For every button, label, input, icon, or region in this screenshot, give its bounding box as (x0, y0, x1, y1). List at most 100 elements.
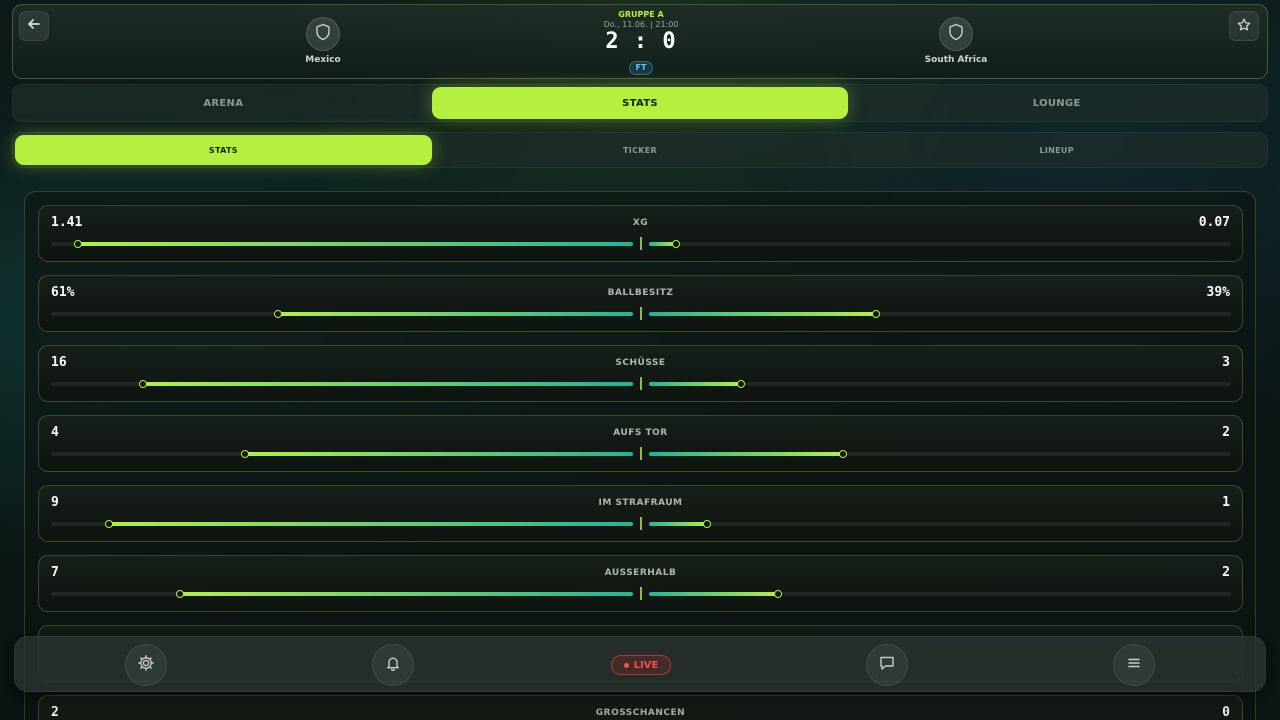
home-stat-bar (51, 380, 633, 388)
stat-divider (640, 517, 642, 530)
away-stat-bar (649, 520, 1231, 528)
home-stat-knob (105, 520, 114, 528)
away-stat-fill (649, 310, 880, 318)
home-crest (306, 17, 340, 51)
menu-button[interactable] (1113, 644, 1155, 686)
live-label: LIVE (633, 659, 659, 671)
away-stat-value: 2 (1222, 565, 1230, 580)
shield-icon (948, 23, 964, 45)
home-stat-knob (138, 380, 147, 388)
sub-tabs: STATS TICKER LINEUP (12, 132, 1268, 168)
stat-row: 9 IM STRAFRAUM 1 (38, 485, 1243, 542)
away-stat-fill (649, 450, 847, 458)
subtab-ticker[interactable]: TICKER (432, 135, 849, 165)
stat-label: AUSSERHALB (604, 568, 677, 578)
away-stat-bar (649, 450, 1231, 458)
stat-row: 61% BALLBESITZ 39% (38, 275, 1243, 332)
stat-row: 7 AUSSERHALB 2 (38, 555, 1243, 612)
away-stat-knob (703, 520, 712, 528)
away-stat-value: 1 (1222, 495, 1230, 510)
match-header: Mexico GRUPPE A Do., 11.06. | 21:00 2 : … (12, 4, 1268, 79)
stat-divider (640, 237, 642, 250)
stat-divider (640, 307, 642, 320)
away-stat-knob (774, 590, 783, 598)
home-stat-bar (51, 520, 633, 528)
away-stat-bar (649, 240, 1231, 248)
away-stat-bar (649, 310, 1231, 318)
shield-icon (315, 23, 331, 45)
home-stat-knob (176, 590, 185, 598)
away-stat-value: 3 (1222, 355, 1230, 370)
home-stat-fill (176, 590, 633, 598)
chat-icon (878, 654, 896, 676)
away-team[interactable]: South Africa (896, 17, 1016, 65)
away-stat-value: 2 (1222, 425, 1230, 440)
away-stat-knob (838, 450, 847, 458)
away-stat-knob (871, 310, 880, 318)
home-stat-knob (74, 240, 83, 248)
home-stat-bar (51, 450, 633, 458)
home-team[interactable]: Mexico (263, 17, 383, 65)
away-stat-bar (649, 590, 1231, 598)
stat-divider (640, 447, 642, 460)
home-stat-bar (51, 240, 633, 248)
live-dot (623, 662, 629, 668)
stat-label: GROSSCHANCEN (595, 708, 686, 718)
home-stat-bar (51, 310, 633, 318)
menu-icon (1125, 654, 1143, 676)
star-icon (1237, 17, 1251, 36)
favorite-button[interactable] (1229, 11, 1259, 41)
gear-icon (137, 654, 155, 676)
main-tabs: ARENA STATS LOUNGE (12, 84, 1268, 122)
stat-row: 4 AUFS TOR 2 (38, 415, 1243, 472)
stat-row: 2 GROSSCHANCEN 0 (38, 695, 1243, 720)
stat-row: 1.41 XG 0.07 (38, 205, 1243, 262)
away-stat-knob (672, 240, 681, 248)
subtab-lineup[interactable]: LINEUP (848, 135, 1265, 165)
away-stat-fill (649, 520, 712, 528)
home-stat-fill (138, 380, 633, 388)
settings-button[interactable] (125, 644, 167, 686)
status-badge: FT (628, 61, 654, 75)
home-stat-bar (51, 590, 633, 598)
group-label: GRUPPE A (618, 10, 664, 19)
home-stat-fill (240, 450, 633, 458)
tab-stats[interactable]: STATS (431, 87, 849, 119)
chat-button[interactable] (866, 644, 908, 686)
away-stat-value: 0 (1222, 705, 1230, 720)
stat-label: IM STRAFRAUM (598, 498, 683, 508)
live-button[interactable]: LIVE (611, 655, 671, 675)
stat-label: AUFS TOR (613, 428, 668, 438)
match-score: 2 : 0 (605, 29, 677, 54)
home-stat-fill (105, 520, 633, 528)
stat-row: 16 SCHÜSSE 3 (38, 345, 1243, 402)
away-team-name: South Africa (924, 55, 988, 65)
tab-lounge[interactable]: LOUNGE (848, 87, 1265, 119)
away-stat-fill (649, 590, 783, 598)
home-team-name: Mexico (305, 55, 341, 65)
stat-label: XG (632, 218, 649, 228)
subtab-stats[interactable]: STATS (15, 135, 432, 165)
bell-icon (384, 654, 402, 676)
away-stat-value: 0.07 (1198, 215, 1230, 230)
match-center: GRUPPE A Do., 11.06. | 21:00 2 : 0 FT (553, 10, 729, 75)
notifications-button[interactable] (372, 644, 414, 686)
home-stat-fill (74, 240, 633, 248)
stat-divider (640, 587, 642, 600)
away-stat-knob (736, 380, 745, 388)
home-stat-knob (240, 450, 249, 458)
arrow-left-icon (26, 16, 42, 36)
match-datetime: Do., 11.06. | 21:00 (603, 20, 679, 29)
home-stat-fill (273, 310, 633, 318)
bottom-nav: LIVE (14, 636, 1266, 692)
tab-arena[interactable]: ARENA (15, 87, 432, 119)
away-stat-bar (649, 380, 1231, 388)
away-stat-fill (649, 380, 745, 388)
stat-label: SCHÜSSE (615, 358, 666, 368)
stat-divider (640, 377, 642, 390)
away-stat-value: 39% (1206, 285, 1230, 300)
home-stat-knob (273, 310, 282, 318)
stat-label: BALLBESITZ (607, 288, 674, 298)
back-button[interactable] (19, 11, 49, 41)
away-crest (939, 17, 973, 51)
